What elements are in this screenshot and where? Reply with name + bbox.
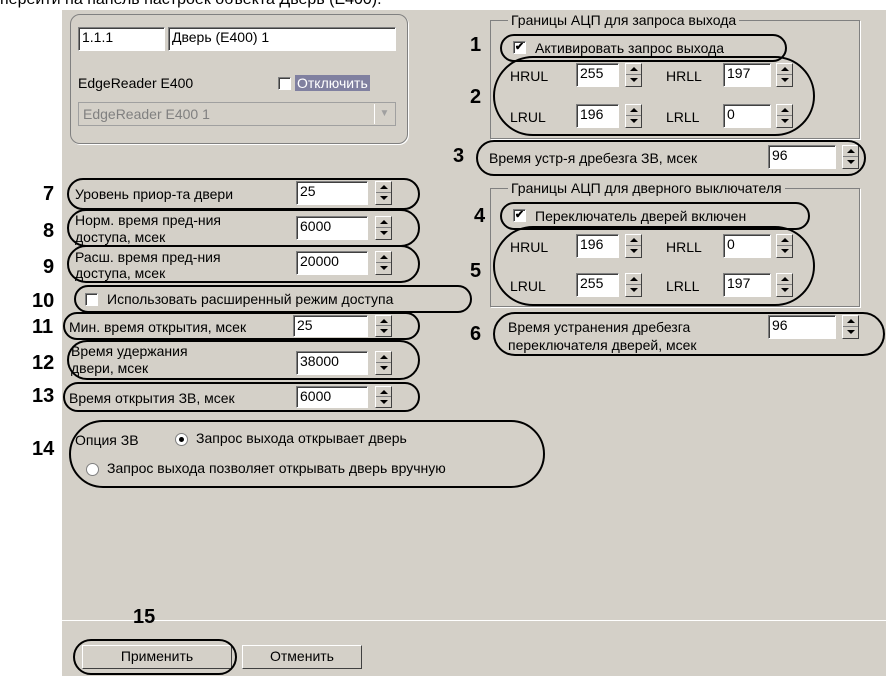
cancel-button[interactable]: Отменить <box>242 645 362 669</box>
annotation-oval-15 <box>73 639 237 675</box>
marker-15: 15 <box>133 606 156 628</box>
annotation-oval-14 <box>69 420 545 488</box>
annotation-oval-3 <box>476 140 866 176</box>
marker-10: 10 <box>32 290 55 312</box>
annotation-oval-6 <box>493 312 885 356</box>
header-text: перейти на панель настроек объекта Дверь… <box>0 0 382 9</box>
marker-13: 13 <box>32 385 55 407</box>
marker-5: 5 <box>470 260 482 282</box>
marker-14: 14 <box>32 438 55 460</box>
door-adc-title: Границы АЦП для дверного выключателя <box>508 180 785 196</box>
annotation-oval-13 <box>63 382 420 412</box>
reader-select[interactable]: EdgeReader E400 1 ▼ <box>78 102 396 126</box>
marker-7: 7 <box>43 183 55 205</box>
marker-11: 11 <box>32 316 54 338</box>
annotation-oval-5 <box>493 226 815 306</box>
annotation-oval-2 <box>493 56 815 136</box>
annotation-oval-10 <box>74 285 472 313</box>
device-name-field[interactable]: Дверь (E400) 1 <box>168 27 396 51</box>
marker-2: 2 <box>470 86 482 108</box>
annotation-oval-11 <box>63 312 420 340</box>
marker-9: 9 <box>43 256 55 278</box>
disable-checkbox[interactable] <box>278 77 291 90</box>
disable-label: Отключить <box>295 75 370 91</box>
marker-12: 12 <box>32 352 55 374</box>
marker-4: 4 <box>474 205 486 227</box>
marker-1: 1 <box>470 34 482 56</box>
annotation-oval-12 <box>67 340 420 380</box>
marker-8: 8 <box>43 220 55 242</box>
reader-select-value: EdgeReader E400 1 <box>83 106 210 122</box>
marker-3: 3 <box>453 145 465 167</box>
annotation-oval-8 <box>67 209 420 247</box>
reader-label: EdgeReader E400 <box>78 75 194 91</box>
marker-6: 6 <box>470 323 482 345</box>
device-id-field[interactable]: 1.1.1 <box>78 27 165 51</box>
annotation-oval-7 <box>67 178 420 210</box>
annotation-oval-9 <box>67 245 420 283</box>
chevron-down-icon[interactable]: ▼ <box>374 104 394 124</box>
exit-adc-title: Границы АЦП для запроса выхода <box>508 12 740 28</box>
